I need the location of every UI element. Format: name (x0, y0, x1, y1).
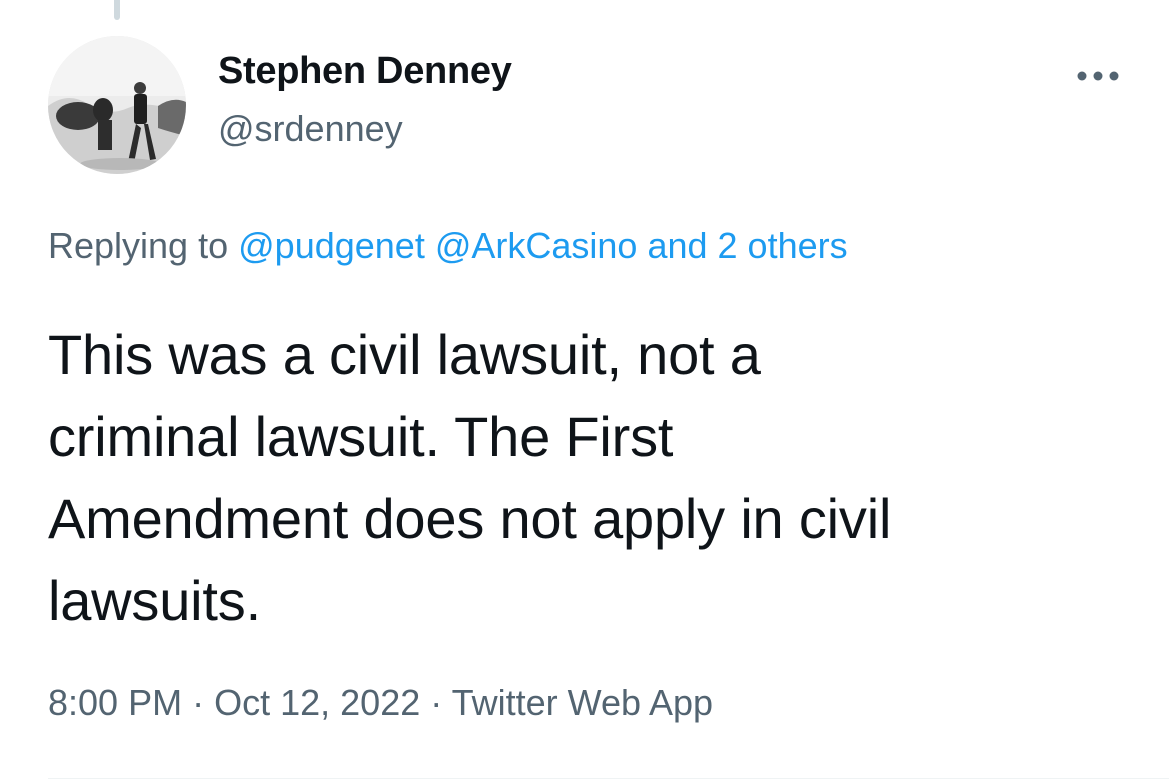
replying-to-label: Replying to (48, 225, 229, 266)
avatar-photo (48, 36, 186, 174)
replying-to: Replying to @pudgenet @ArkCasino and 2 o… (48, 225, 848, 267)
meta-separator: · (430, 682, 443, 723)
mention-link-pudgenet[interactable]: @pudgenet (238, 225, 425, 266)
meta-separator: · (192, 682, 205, 723)
mention-link-arkcasino[interactable]: @ArkCasino (435, 225, 638, 266)
more-horizontal-icon (1077, 71, 1119, 81)
thread-connector-line (114, 0, 120, 20)
tweet-text: This was a civil lawsuit, not a criminal… (48, 323, 892, 632)
author-handle[interactable]: @srdenney (218, 108, 403, 150)
avatar[interactable] (48, 36, 186, 174)
bottom-divider (48, 778, 1169, 779)
author-display-name[interactable]: Stephen Denney (218, 50, 512, 93)
mention-others-link[interactable]: and 2 others (647, 225, 847, 266)
tweet-metadata: 8:00 PM · Oct 12, 2022 · Twitter Web App (48, 682, 713, 724)
tweet-source[interactable]: Twitter Web App (452, 682, 713, 723)
tweet-date[interactable]: Oct 12, 2022 (214, 682, 420, 723)
more-options-button[interactable] (1068, 56, 1128, 96)
tweet-time[interactable]: 8:00 PM (48, 682, 182, 723)
tweet: Stephen Denney @srdenney Replying to @pu… (0, 0, 1169, 781)
